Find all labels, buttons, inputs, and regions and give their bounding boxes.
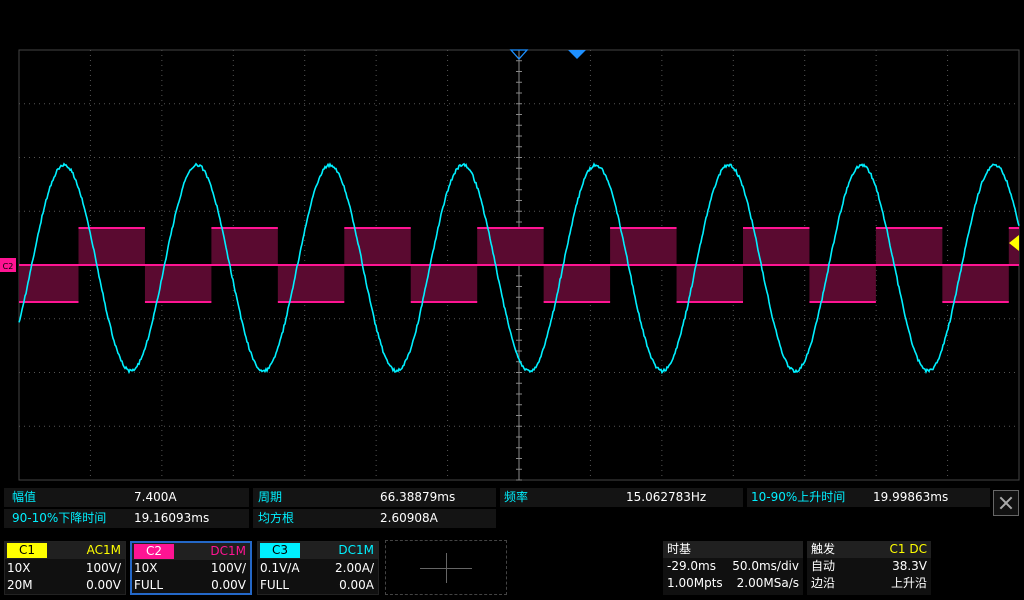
channel-2-probe: 10X (134, 561, 158, 575)
meas-bg (253, 488, 496, 507)
timebase-rate: 2.00MSa/s (737, 575, 799, 592)
channel-header: C2 DC1M (132, 543, 250, 560)
meas-amplitude-value: 7.400A (134, 488, 177, 507)
square-high-fill (477, 228, 543, 265)
close-measure-icon[interactable] (993, 490, 1019, 516)
square-high-fill (79, 228, 145, 265)
channel-1-bw: 20M (7, 578, 33, 592)
timebase-panel[interactable]: 时基 -29.0ms 50.0ms/div 1.00Mpts 2.00MSa/s (663, 541, 803, 595)
channel-3-offset: 0.00A (339, 577, 374, 594)
channel-3-probe: 0.1V/A (260, 561, 300, 575)
trigger-slope: 上升沿 (891, 575, 927, 592)
meas-freq-label: 频率 (504, 488, 528, 507)
meas-rms-label: 均方根 (258, 509, 294, 528)
meas-rms-value: 2.60908A (380, 509, 438, 528)
square-high-fill (344, 228, 410, 265)
trigger-title-text: 触发 (811, 542, 835, 556)
trigger-level: 38.3V (892, 558, 927, 575)
meas-freq-value: 15.062783Hz (626, 488, 706, 507)
channel-2-bw: FULL (134, 578, 163, 592)
channel-2-panel[interactable]: C2 DC1M 10X 100V/ FULL 0.00V (130, 541, 252, 595)
timebase-delay: -29.0ms (667, 559, 716, 573)
channel-1-offset: 0.00V (86, 577, 121, 594)
channel-2-coupling: DC1M (210, 544, 246, 559)
channel-3-panel[interactable]: C3 DC1M 0.1V/A 2.00A/ FULL 0.00A (257, 541, 379, 595)
square-low-fill (809, 265, 875, 302)
channel-2-scale: 100V/ (211, 560, 246, 577)
channel-2-offset: 0.00V (211, 577, 246, 594)
trigger-panel[interactable]: 触发 C1 DC 自动 38.3V 边沿 上升沿 (807, 541, 931, 595)
meas-amplitude-label: 幅值 (12, 488, 36, 507)
square-high-fill (743, 228, 809, 265)
channel-1-panel[interactable]: C1 AC1M 10X 100V/ 20M 0.00V (4, 541, 126, 595)
meas-period-label: 周期 (258, 488, 282, 507)
channel-1-probe: 10X (7, 561, 31, 575)
channel-1-scale: 100V/ (86, 560, 121, 577)
measurement-bar: 幅值 7.400A 周期 66.38879ms 频率 15.062783Hz 1… (4, 488, 990, 532)
meas-period-value: 66.38879ms (380, 488, 455, 507)
meas-fall-label: 90-10%下降时间 (12, 509, 106, 528)
timebase-scale: 50.0ms/div (732, 558, 799, 575)
channel-3-tag: C3 (260, 543, 300, 558)
channel-3-bw: FULL (260, 578, 289, 592)
channel-2-tag: C2 (134, 544, 174, 559)
channel-1-coupling: AC1M (87, 543, 121, 558)
meas-fall-value: 19.16093ms (134, 509, 209, 528)
meas-bg (500, 488, 743, 507)
trigger-position-marker (568, 50, 586, 59)
square-high-fill (610, 228, 676, 265)
timebase-memory: 1.00Mpts (667, 576, 723, 590)
trigger-type: 边沿 (811, 576, 835, 590)
meas-bg (4, 488, 249, 507)
square-low-fill (544, 265, 610, 302)
square-low-fill (411, 265, 477, 302)
trigger-source: C1 DC (890, 541, 927, 558)
meas-rise-label: 10-90%上升时间 (751, 488, 845, 507)
square-low-fill (145, 265, 211, 302)
channel-2-marker-label: C2 (3, 262, 14, 271)
trigger-title: 触发 C1 DC (807, 541, 931, 558)
square-high-fill (211, 228, 277, 265)
channel-header: C1 AC1M (5, 542, 125, 559)
square-low-fill (278, 265, 344, 302)
square-high-fill (876, 228, 942, 265)
channel-1-tag: C1 (7, 543, 47, 558)
channel-3-coupling: DC1M (338, 543, 374, 558)
timebase-title: 时基 (663, 541, 803, 558)
square-low-fill (942, 265, 1008, 302)
trigger-mode: 自动 (811, 559, 835, 573)
meas-rise-value: 19.99863ms (873, 488, 948, 507)
cursor-add-icon[interactable] (385, 540, 507, 595)
waveform-display[interactable]: C2 (0, 0, 1024, 486)
channel-3-scale: 2.00A/ (335, 560, 374, 577)
channel-header: C3 DC1M (258, 542, 378, 559)
square-low-fill (677, 265, 743, 302)
